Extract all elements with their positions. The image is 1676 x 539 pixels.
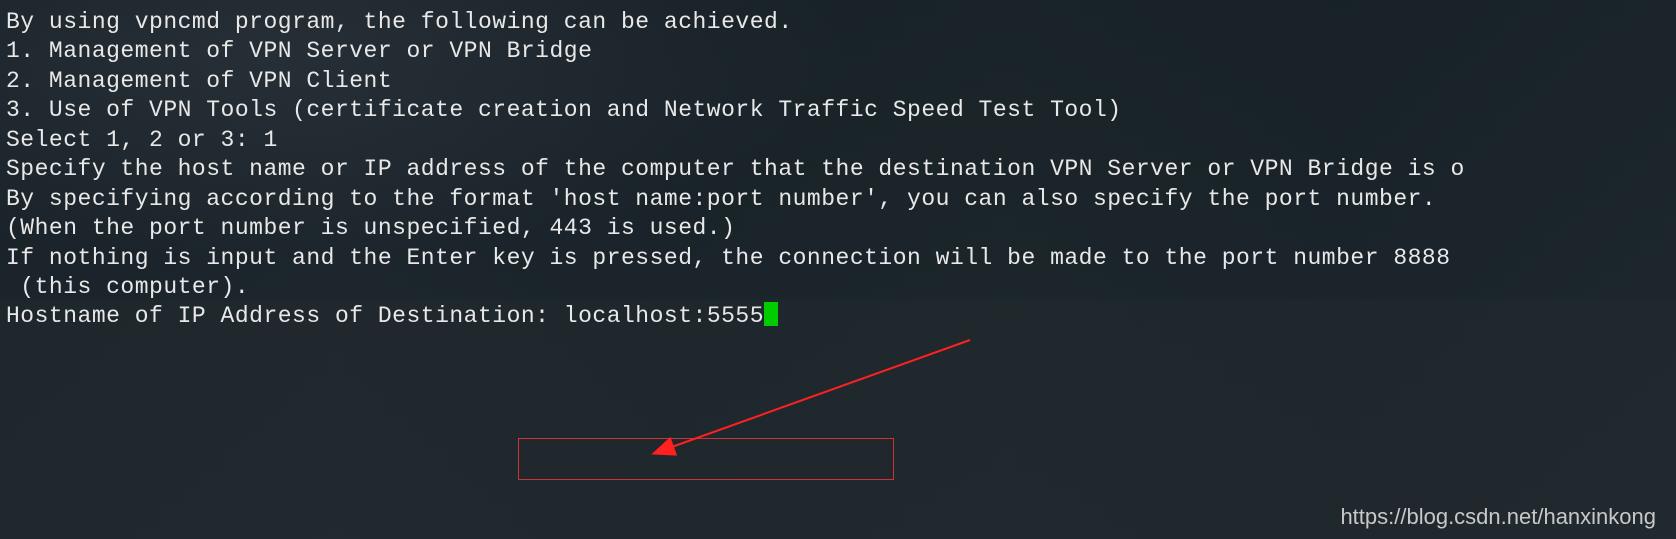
annotation-highlight-box [518, 438, 894, 480]
hostname-input-value: localhost:5555 [564, 302, 764, 331]
select-prompt-text: Select 1, 2 or 3: [6, 126, 263, 155]
select-input-value: 1 [263, 126, 277, 155]
format-line: By specifying according to the format 'h… [6, 185, 1670, 214]
menu-option-2: 2. Management of VPN Client [6, 67, 1670, 96]
hostname-prompt-line[interactable]: Hostname of IP Address of Destination: l… [6, 302, 1670, 331]
menu-option-3: 3. Use of VPN Tools (certificate creatio… [6, 96, 1670, 125]
annotation-arrow [640, 335, 980, 465]
watermark-text: https://blog.csdn.net/hanxinkong [1340, 503, 1656, 531]
specify-host-line: Specify the host name or IP address of t… [6, 155, 1670, 184]
select-prompt-line[interactable]: Select 1, 2 or 3: 1 [6, 126, 1670, 155]
hostname-prompt-text: Hostname of IP Address of Destination: [6, 302, 564, 331]
terminal-cursor [764, 302, 778, 326]
this-computer-line: (this computer). [6, 273, 1670, 302]
menu-option-1: 1. Management of VPN Server or VPN Bridg… [6, 37, 1670, 66]
terminal-intro: By using vpncmd program, the following c… [6, 8, 1670, 37]
port-line: (When the port number is unspecified, 44… [6, 214, 1670, 243]
enter-key-line: If nothing is input and the Enter key is… [6, 244, 1670, 273]
